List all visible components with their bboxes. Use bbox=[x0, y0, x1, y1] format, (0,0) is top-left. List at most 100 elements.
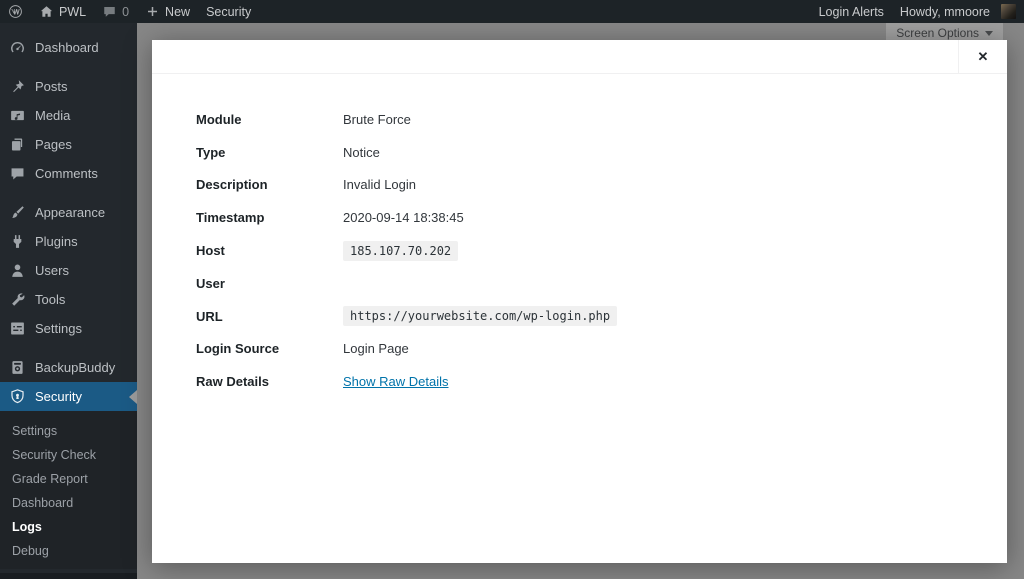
chevron-down-icon bbox=[985, 30, 993, 36]
detail-row-timestamp: Timestamp 2020-09-14 18:38:45 bbox=[196, 201, 1007, 234]
adminbar-security-menu[interactable]: Security bbox=[198, 0, 259, 23]
menu-separator bbox=[0, 188, 137, 198]
show-raw-details-link[interactable]: Show Raw Details bbox=[343, 374, 449, 389]
comments-icon bbox=[9, 165, 26, 182]
sidebar-item-media[interactable]: Media bbox=[0, 101, 137, 130]
wordpress-icon bbox=[9, 5, 22, 18]
my-account-menu[interactable]: Howdy, mmoore bbox=[892, 0, 1024, 23]
settings-icon bbox=[9, 320, 26, 337]
sidebar-item-appearance[interactable]: Appearance bbox=[0, 198, 137, 227]
detail-label: Description bbox=[196, 177, 268, 193]
sidebar-item-label: Settings bbox=[35, 321, 82, 336]
login-alerts-menu[interactable]: Login Alerts bbox=[811, 0, 892, 23]
sidebar-item-users[interactable]: Users bbox=[0, 256, 137, 285]
sidebar-item-posts[interactable]: Posts bbox=[0, 72, 137, 101]
submenu-item-grade-report[interactable]: Grade Report bbox=[0, 467, 137, 491]
sidebar-item-label: Dashboard bbox=[35, 40, 99, 55]
comments-menu[interactable]: 0 bbox=[94, 0, 137, 23]
detail-row-raw-details: Raw Details Show Raw Details bbox=[196, 365, 1007, 398]
admin-sidebar: Dashboard Posts Media Pages Comments Appearan… bbox=[0, 23, 137, 579]
submenu-item-dashboard[interactable]: Dashboard bbox=[0, 491, 137, 515]
sidebar-item-settings[interactable]: Settings bbox=[0, 314, 137, 343]
menu-separator bbox=[0, 62, 137, 72]
menu-separator bbox=[0, 343, 137, 353]
appearance-icon bbox=[9, 204, 26, 221]
new-label: New bbox=[165, 4, 191, 19]
detail-label: Raw Details bbox=[196, 374, 269, 390]
detail-row-type: Type Notice bbox=[196, 136, 1007, 169]
security-submenu: Settings Security Check Grade Report Dashbo… bbox=[0, 411, 137, 569]
detail-row-host: Host 185.107.70.202 bbox=[196, 234, 1007, 267]
sidebar-item-label: Appearance bbox=[35, 205, 106, 220]
sidebar-item-security[interactable]: Security bbox=[0, 382, 137, 411]
sidebar-item-plugins[interactable]: Plugins bbox=[0, 227, 137, 256]
security-page-label: Security bbox=[206, 4, 252, 19]
detail-label: Type bbox=[196, 144, 226, 160]
modal-header: ✕ bbox=[152, 40, 1007, 74]
sidebar-item-label: Users bbox=[35, 263, 69, 278]
media-icon bbox=[9, 107, 26, 124]
current-item-arrow bbox=[129, 389, 137, 404]
sidebar-bottom-strip bbox=[0, 573, 137, 579]
detail-row-user: User bbox=[196, 267, 1007, 300]
sidebar-item-label: Security bbox=[35, 389, 82, 404]
wordpress-logo-menu[interactable] bbox=[0, 0, 31, 23]
howdy-label: Howdy, mmoore bbox=[899, 4, 990, 19]
sidebar-item-label: BackupBuddy bbox=[35, 360, 116, 375]
sidebar-item-comments[interactable]: Comments bbox=[0, 159, 137, 188]
detail-label: URL bbox=[196, 308, 223, 324]
detail-value: 2020-09-14 18:38:45 bbox=[343, 210, 464, 226]
detail-value: Brute Force bbox=[343, 111, 411, 127]
modal-body: Module Brute Force Type Notice Description In… bbox=[152, 74, 1007, 398]
submenu-item-settings[interactable]: Settings bbox=[0, 419, 137, 443]
new-content-menu[interactable]: New bbox=[137, 0, 198, 23]
detail-value: Notice bbox=[343, 144, 380, 160]
code-value: https://yourwebsite.com/wp-login.php bbox=[343, 306, 618, 327]
home-icon bbox=[40, 6, 53, 17]
comment-count: 0 bbox=[122, 4, 130, 19]
plus-icon bbox=[148, 7, 158, 16]
sidebar-item-label: Comments bbox=[35, 166, 98, 181]
site-name-label: PWL bbox=[59, 4, 87, 19]
backupbuddy-icon bbox=[9, 359, 26, 376]
login-alerts-label: Login Alerts bbox=[818, 4, 884, 19]
site-name-menu[interactable]: PWL bbox=[31, 0, 94, 23]
detail-value: Invalid Login bbox=[343, 177, 416, 193]
detail-row-url: URL https://yourwebsite.com/wp-login.php bbox=[196, 300, 1007, 333]
detail-row-description: Description Invalid Login bbox=[196, 169, 1007, 202]
submenu-item-debug[interactable]: Debug bbox=[0, 539, 137, 563]
pages-icon bbox=[9, 136, 26, 153]
detail-label: Module bbox=[196, 111, 242, 127]
detail-label: Timestamp bbox=[196, 210, 265, 226]
adminbar-right-group: Login Alerts Howdy, mmoore bbox=[811, 0, 1024, 23]
avatar bbox=[1001, 4, 1016, 19]
sidebar-item-tools[interactable]: Tools bbox=[0, 285, 137, 314]
sidebar-item-label: Tools bbox=[35, 292, 66, 307]
tools-icon bbox=[9, 291, 26, 308]
detail-label: Login Source bbox=[196, 341, 280, 357]
admin-bar: PWL 0 New Security Login Alerts Howdy, m… bbox=[0, 0, 1024, 23]
sidebar-item-pages[interactable]: Pages bbox=[0, 130, 137, 159]
detail-label: Host bbox=[196, 243, 225, 259]
close-icon[interactable]: ✕ bbox=[958, 40, 1007, 73]
dashboard-icon bbox=[9, 39, 26, 56]
users-icon bbox=[9, 262, 26, 279]
detail-value: Login Page bbox=[343, 341, 409, 357]
pin-icon bbox=[9, 78, 26, 95]
sidebar-item-dashboard[interactable]: Dashboard bbox=[0, 33, 137, 62]
admin-menu: Dashboard Posts Media Pages Comments Appearan… bbox=[0, 23, 137, 569]
log-details-modal: ✕ Module Brute Force Type Notice Description… bbox=[152, 40, 1007, 563]
submenu-item-logs[interactable]: Logs bbox=[0, 515, 137, 539]
detail-row-module: Module Brute Force bbox=[196, 103, 1007, 136]
submenu-item-security-check[interactable]: Security Check bbox=[0, 443, 137, 467]
sidebar-item-label: Media bbox=[35, 108, 71, 123]
screen-options-label: Screen Options bbox=[896, 26, 979, 40]
shield-icon bbox=[9, 388, 26, 405]
code-value: 185.107.70.202 bbox=[343, 240, 459, 261]
sidebar-item-label: Plugins bbox=[35, 234, 78, 249]
detail-row-login-source: Login Source Login Page bbox=[196, 333, 1007, 366]
sidebar-item-backupbuddy[interactable]: BackupBuddy bbox=[0, 353, 137, 382]
plugins-icon bbox=[9, 233, 26, 250]
comment-bubble-icon bbox=[104, 7, 115, 17]
detail-label: User bbox=[196, 275, 225, 291]
